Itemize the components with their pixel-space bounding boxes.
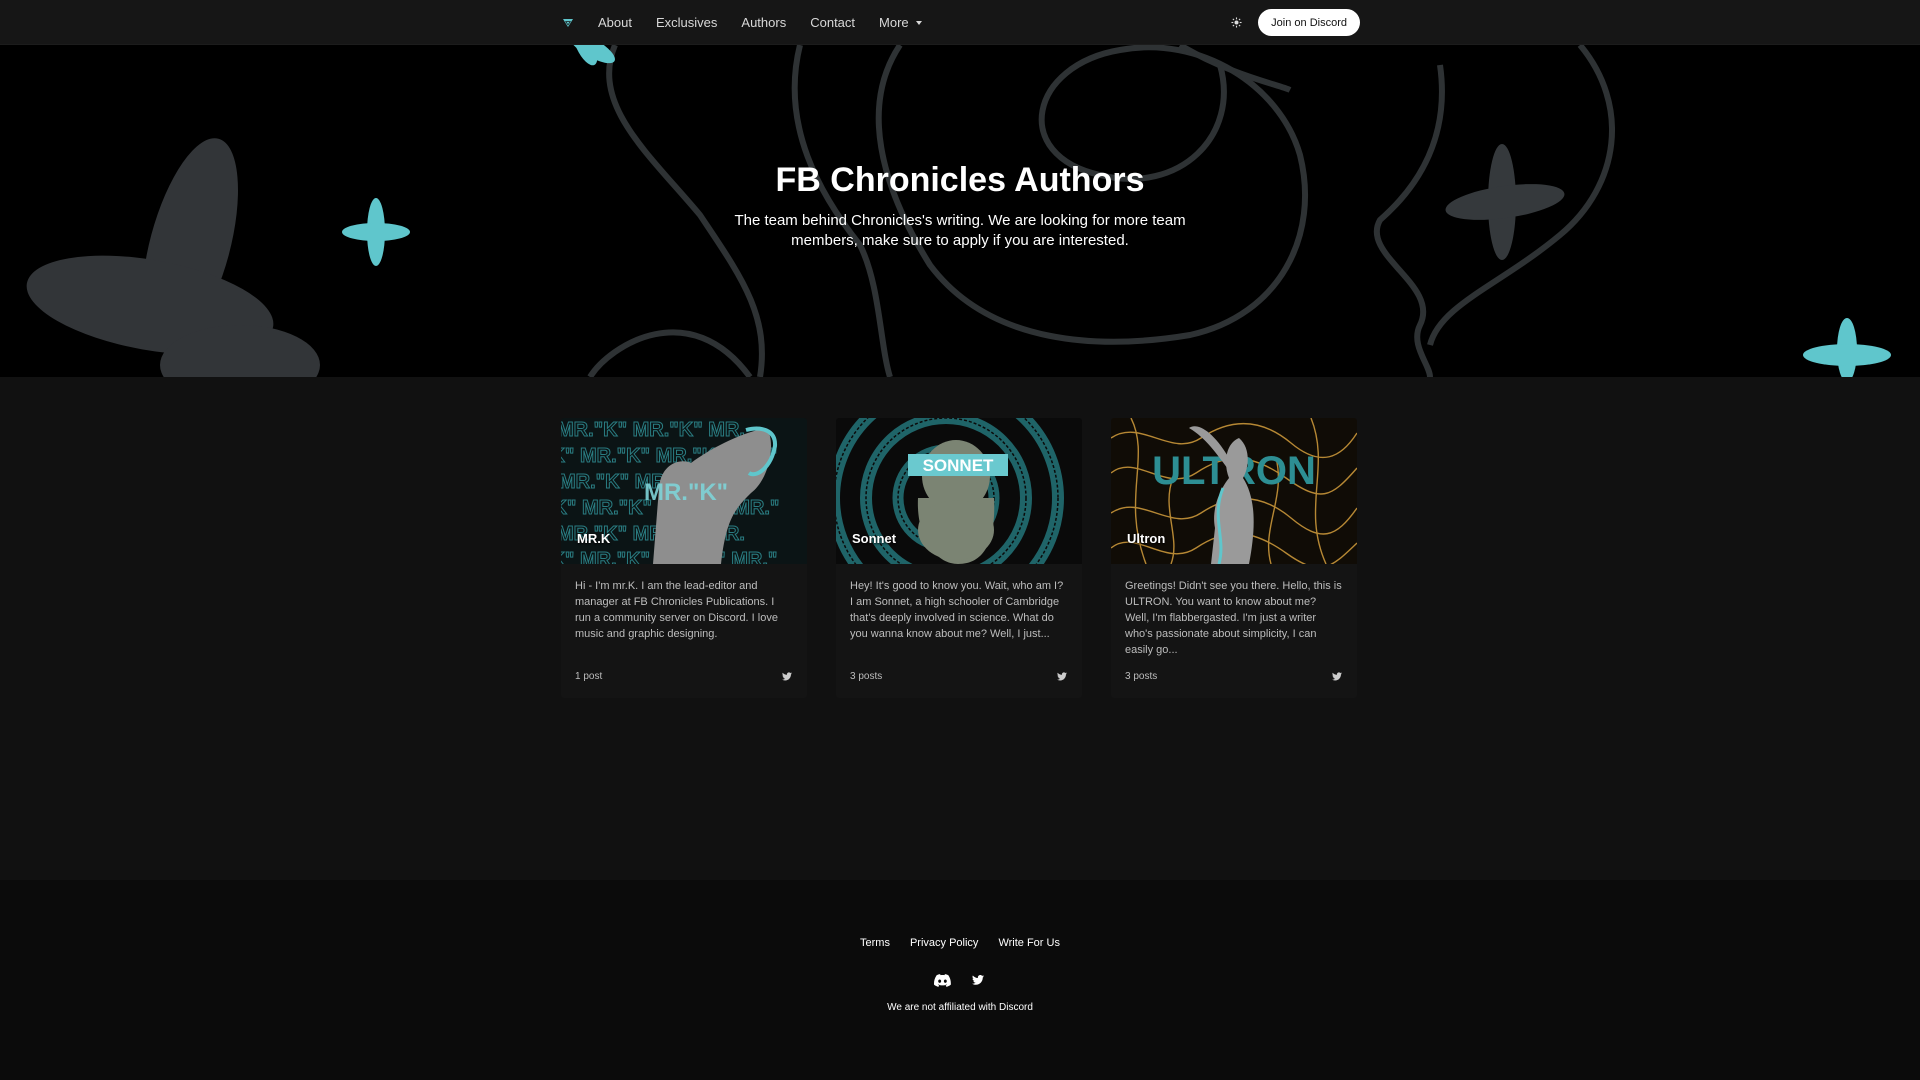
chevron-down-icon — [915, 20, 922, 25]
footer-social — [0, 972, 1920, 988]
footer-link-terms[interactable]: Terms — [860, 937, 890, 949]
footer-disclaimer: We are not affiliated with Discord — [887, 1002, 1033, 1013]
navbar-actions: Join on Discord — [1228, 9, 1360, 36]
navbar-container: About Exclusives Authors Contact More Jo… — [560, 0, 1360, 45]
author-bio: Greetings! Didn't see you there. Hello, … — [1125, 580, 1342, 656]
author-card-footer: 1 post — [575, 670, 793, 682]
author-bio: Hey! It's good to know you. Wait, who am… — [850, 580, 1064, 640]
page-subtitle: The team behind Chronicles's writing. We… — [734, 212, 1186, 249]
post-count: 1 post — [575, 670, 603, 682]
top-navbar: About Exclusives Authors Contact More Jo… — [0, 0, 1920, 45]
nav-link-contact[interactable]: Contact — [810, 15, 855, 30]
nav-more-dropdown[interactable]: More — [879, 15, 923, 30]
footer-nav: Terms Privacy Policy Write For Us — [0, 937, 1920, 949]
site-footer: Terms Privacy Policy Write For Us We are… — [0, 880, 1920, 1080]
hero-banner: FB Chronicles Authors The team behind Ch… — [0, 45, 1920, 377]
twitter-icon[interactable] — [969, 972, 987, 988]
author-name: Ultron — [1127, 531, 1166, 546]
author-card-footer: 3 posts — [1125, 670, 1343, 682]
author-cover-mrk: MR."K" MR."K" MR. "K" MR."K" MR."K" MR."… — [561, 418, 807, 564]
author-card-ultron[interactable]: ULTRON Ultron Greetings! Didn't see you … — [1111, 418, 1357, 698]
post-count: 3 posts — [1125, 670, 1158, 682]
svg-text:MR."K" MR."K" MR.: MR."K" MR."K" MR. — [561, 419, 745, 441]
author-name: MR.K — [577, 531, 611, 546]
author-card-mrk[interactable]: MR."K" MR."K" MR. "K" MR."K" MR."K" MR."… — [561, 418, 807, 698]
author-card-sonnet[interactable]: SONNET Sonnet Hey! It's good to know you… — [836, 418, 1082, 698]
footer-link-privacy[interactable]: Privacy Policy — [910, 937, 978, 949]
discord-icon[interactable] — [933, 972, 951, 988]
author-name: Sonnet — [852, 531, 897, 546]
twitter-icon[interactable] — [1331, 670, 1343, 682]
twitter-icon[interactable] — [1056, 670, 1068, 682]
nav-link-authors[interactable]: Authors — [741, 15, 786, 30]
author-cover-sonnet: SONNET Sonnet — [836, 418, 1082, 564]
twitter-icon[interactable] — [781, 670, 793, 682]
nav-link-exclusives[interactable]: Exclusives — [656, 15, 717, 30]
page-title: FB Chronicles Authors — [775, 161, 1145, 199]
author-grid: MR."K" MR."K" MR. "K" MR."K" MR."K" MR."… — [561, 418, 1357, 698]
author-card-footer: 3 posts — [850, 670, 1068, 682]
logo-icon[interactable] — [560, 15, 576, 31]
join-discord-button[interactable]: Join on Discord — [1258, 9, 1360, 36]
footer-link-write-for-us[interactable]: Write For Us — [998, 937, 1060, 949]
post-count: 3 posts — [850, 670, 883, 682]
nav-link-about[interactable]: About — [598, 15, 632, 30]
author-cover-ultron: ULTRON Ultron — [1111, 418, 1357, 564]
cover-text-sonnet: SONNET — [923, 456, 994, 475]
nav-more-label: More — [879, 15, 909, 30]
sun-icon[interactable] — [1228, 15, 1244, 31]
author-bio: Hi - I'm mr.K. I am the lead-editor and … — [575, 580, 778, 640]
cover-text-mrk: MR."K" — [644, 479, 728, 506]
